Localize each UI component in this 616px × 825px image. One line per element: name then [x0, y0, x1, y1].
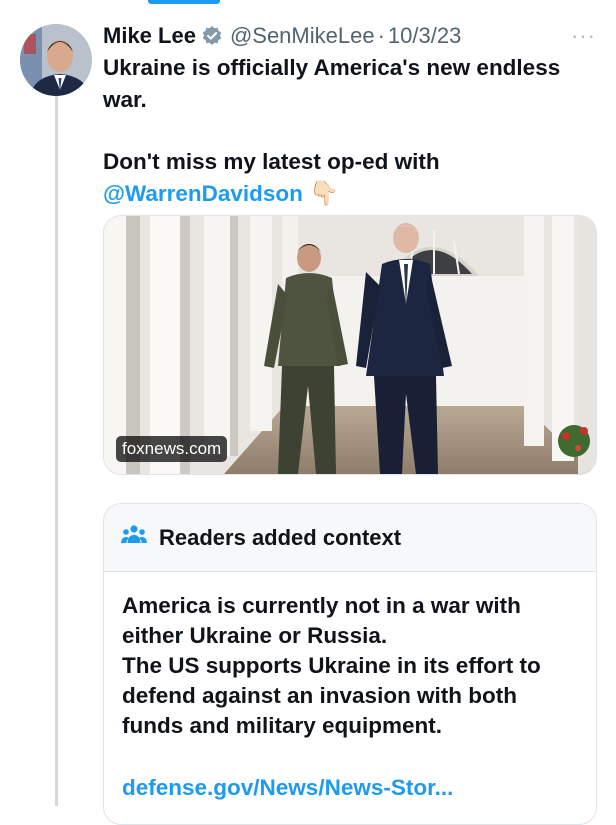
community-note-title: Readers added context: [159, 524, 402, 550]
readers-people-icon: [121, 524, 147, 551]
community-note-source-link[interactable]: defense.gov/News/News-Stor...: [122, 773, 578, 803]
tweet-date[interactable]: 10/3/23: [388, 23, 461, 49]
mention-link[interactable]: @WarrenDavidson: [103, 181, 303, 206]
avatar-image: [20, 24, 92, 96]
tweet-text-line1: Ukraine is officially America's new endl…: [103, 55, 561, 112]
header-separator: ·: [377, 23, 385, 48]
community-note-body: America is currently not in a war with e…: [104, 572, 596, 803]
tweet-text-line2: Don't miss my latest op-ed with: [103, 149, 440, 174]
tweet-header: Mike Lee @SenMikeLee · 10/3/23 ···: [103, 21, 596, 51]
pointing-down-emoji: 👇🏻: [309, 180, 340, 207]
active-tab-indicator: [148, 0, 220, 4]
link-source-badge: foxnews.com: [116, 436, 228, 462]
avatar[interactable]: [20, 24, 92, 96]
tweet-text: Ukraine is officially America's new endl…: [103, 52, 598, 210]
community-note-header: Readers added context: [104, 504, 596, 572]
link-card-image[interactable]: foxnews.com: [103, 215, 597, 475]
community-note: Readers added context America is current…: [103, 503, 597, 825]
verified-badge-icon: [201, 25, 223, 47]
more-options-icon[interactable]: ···: [571, 23, 596, 49]
author-name[interactable]: Mike Lee: [103, 23, 196, 49]
author-handle[interactable]: @SenMikeLee: [230, 23, 375, 49]
thread-line: [55, 96, 58, 806]
community-note-text-1: America is currently not in a war with e…: [122, 593, 521, 648]
community-note-text-2: The US supports Ukraine in its effort to…: [122, 653, 541, 738]
